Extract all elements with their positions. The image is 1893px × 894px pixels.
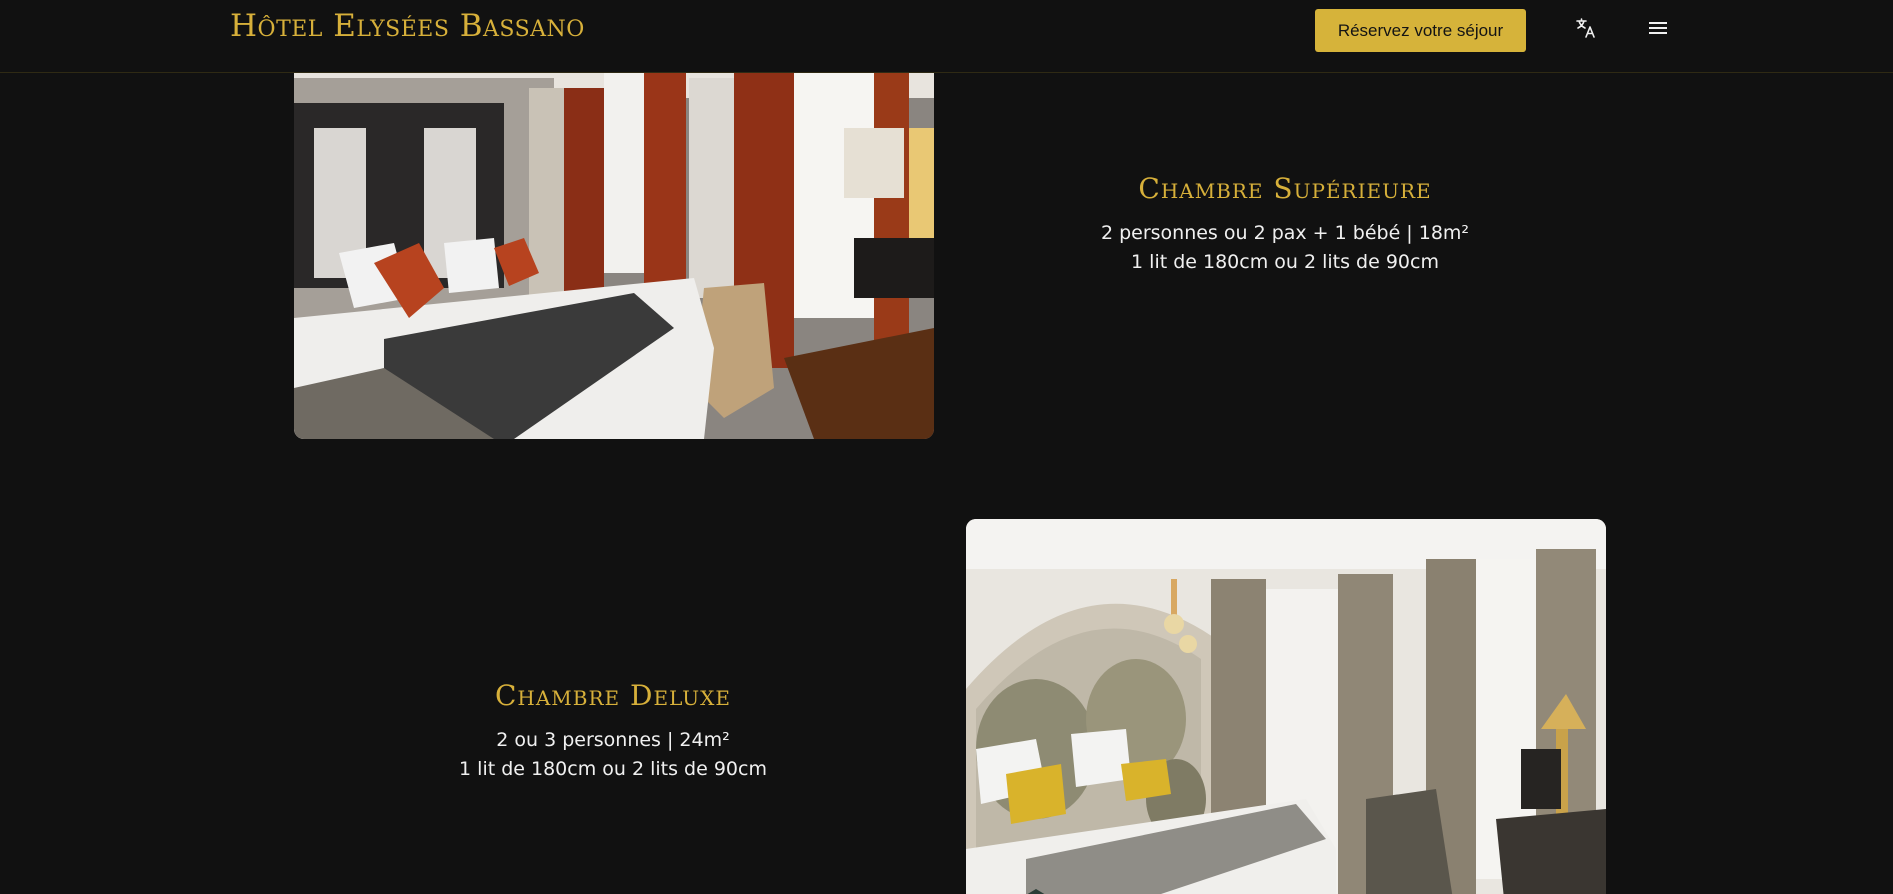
book-stay-button[interactable]: Réservez votre séjour <box>1315 9 1526 52</box>
deluxe-room-photo <box>966 519 1606 894</box>
translate-icon <box>1574 16 1598 45</box>
superior-room-info: Chambre Supérieure 2 personnes ou 2 pax … <box>1035 172 1535 277</box>
room-capacity: 2 ou 3 personnes | 24m² <box>496 729 730 751</box>
site-header: Hôtel Elysées Bassano Réservez votre séj… <box>0 0 1893 73</box>
room-beds: 1 lit de 180cm ou 2 lits de 90cm <box>1131 251 1439 273</box>
room-title: Chambre Supérieure <box>1138 172 1432 205</box>
room-capacity: 2 personnes ou 2 pax + 1 bébé | 18m² <box>1100 222 1470 244</box>
hamburger-menu-icon <box>1647 19 1669 42</box>
language-button[interactable] <box>1571 15 1601 45</box>
hotel-logo-title[interactable]: Hôtel Elysées Bassano <box>230 8 585 44</box>
room-title: Chambre Deluxe <box>495 679 731 712</box>
superior-room-photo <box>294 58 934 439</box>
deluxe-room-info: Chambre Deluxe 2 ou 3 personnes | 24m² 1… <box>363 679 863 784</box>
room-beds: 1 lit de 180cm ou 2 lits de 90cm <box>459 758 767 780</box>
menu-button[interactable] <box>1643 15 1673 45</box>
